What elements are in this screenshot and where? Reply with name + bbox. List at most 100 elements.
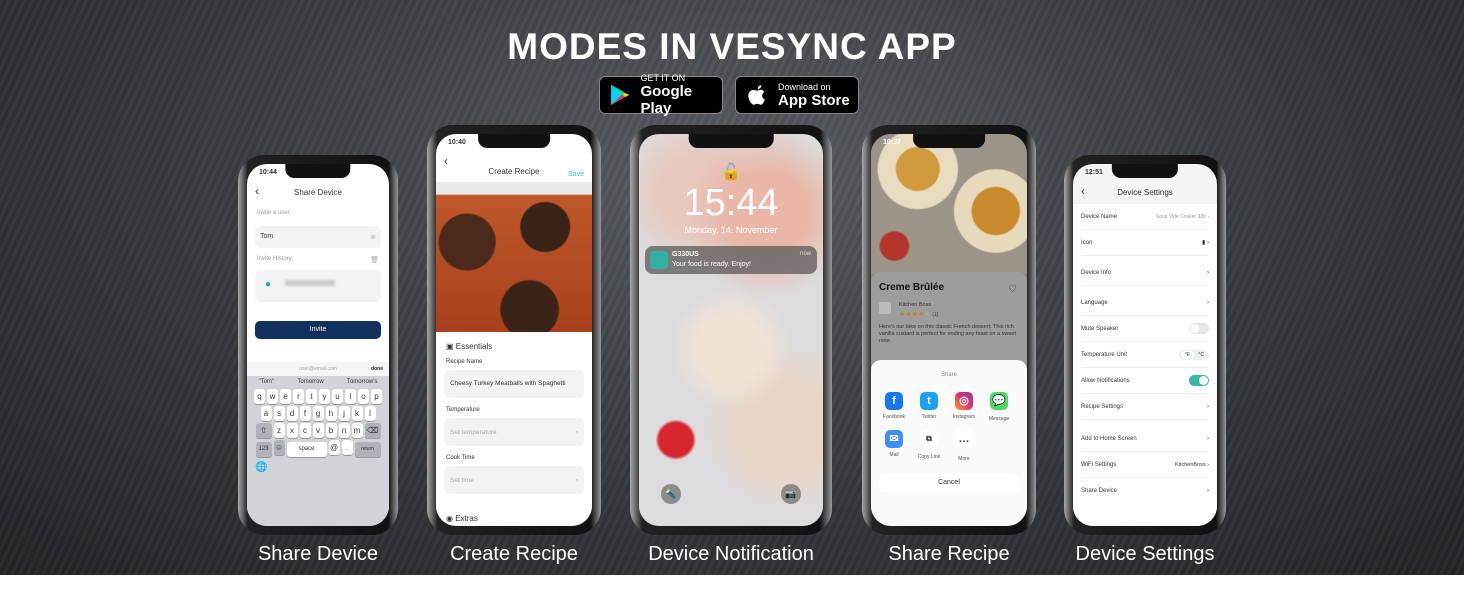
- temperature-field[interactable]: Set temperature ›: [444, 418, 584, 446]
- key-p[interactable]: p: [371, 389, 382, 404]
- key-h[interactable]: h: [325, 406, 337, 421]
- apple-icon: [748, 85, 765, 105]
- caption-share-device: Share Device: [257, 543, 379, 565]
- key-d[interactable]: d: [286, 406, 298, 421]
- vesync-app-icon: [650, 251, 668, 269]
- key-e[interactable]: e: [280, 389, 291, 404]
- heart-icon[interactable]: ♡: [1008, 284, 1017, 295]
- keyboard: "Tom" Tomorrow Tomorrow's qwertyuiop asdfgh…: [247, 376, 389, 526]
- save-button[interactable]: Save: [568, 171, 584, 178]
- mail-icon[interactable]: ✉: [885, 430, 903, 448]
- chevron-right-icon: ›: [575, 477, 578, 484]
- share-device-screen: 10:44 ‹ Share Device Invite a user: Tom ⊗…: [247, 164, 389, 526]
- cook-time-field[interactable]: Set time ›: [444, 466, 584, 494]
- flashlight-button[interactable]: 🔦: [661, 484, 681, 504]
- setting-allow-notifications: Allow Notifications: [1081, 368, 1209, 394]
- message-icon[interactable]: 💬: [990, 392, 1008, 410]
- mute-speaker-toggle[interactable]: [1189, 323, 1209, 334]
- phone-share-device: 10:44 ‹ Share Device Invite a user: Tom ⊗…: [238, 155, 398, 535]
- done-button[interactable]: done: [371, 362, 383, 376]
- setting-temperature-unit: Temperature Unit °F °C: [1081, 342, 1209, 368]
- key-o[interactable]: o: [358, 389, 369, 404]
- key-f[interactable]: f: [299, 406, 311, 421]
- kitchen-boss-logo: [879, 302, 891, 314]
- extras-heading: ◉ Extras: [446, 514, 478, 523]
- chevron-right-icon: ›: [575, 429, 578, 436]
- google-play-icon: [611, 84, 630, 106]
- key-a[interactable]: a: [260, 406, 272, 421]
- google-play-badge[interactable]: GET IT ON Google Play: [599, 73, 723, 117]
- key-w[interactable]: w: [267, 389, 278, 404]
- caption-share-recipe: Share Recipe: [888, 543, 1010, 565]
- invite-button[interactable]: Invite: [255, 321, 381, 339]
- lock-clock: 15:44: [683, 182, 779, 224]
- key-i[interactable]: i: [345, 389, 356, 404]
- invite-user-input[interactable]: Tom ⊗: [255, 226, 381, 248]
- setting-share-device[interactable]: Share Device ›: [1081, 478, 1209, 504]
- creme-brulee-photo: [871, 134, 1027, 274]
- globe-icon[interactable]: 🌐: [247, 458, 389, 477]
- app-store-badge[interactable]: Download on App Store: [735, 76, 859, 114]
- key-g[interactable]: g: [312, 406, 324, 421]
- key-c[interactable]: c: [299, 423, 311, 438]
- key-m[interactable]: m: [351, 423, 363, 438]
- share-sheet: Share f t ◎ 💬 Facebook Twitter Instagram…: [871, 360, 1027, 526]
- twitter-icon[interactable]: t: [920, 392, 938, 410]
- phone-share-recipe: 10:37 Creme Brûlée ♡ Kitchen Boss ★★★★★ …: [862, 125, 1036, 535]
- key-q[interactable]: q: [254, 389, 265, 404]
- lock-screen: 🔓 15:44 Monday, 14. November G330US Your…: [639, 134, 823, 526]
- clear-icon[interactable]: ⊗: [370, 233, 376, 241]
- phone-device-settings: 12:51 ‹ Device Settings Device Name Sous …: [1064, 155, 1226, 535]
- key-u[interactable]: u: [332, 389, 343, 404]
- device-settings-screen: 12:51 ‹ Device Settings Device Name Sous …: [1073, 164, 1217, 526]
- share-recipe-screen: 10:37 Creme Brûlée ♡ Kitchen Boss ★★★★★ …: [871, 134, 1027, 526]
- suggestion-bar: "Tom" Tomorrow Tomorrow's: [258, 379, 378, 385]
- key-b[interactable]: b: [325, 423, 337, 438]
- unlock-icon: 🔓: [721, 164, 741, 181]
- setting-device-info[interactable]: Device Info ›: [1081, 260, 1209, 286]
- camera-button[interactable]: 📷: [781, 484, 801, 504]
- more-icon[interactable]: …: [955, 430, 973, 448]
- key-j[interactable]: j: [338, 406, 350, 421]
- temperature-unit-segmented[interactable]: °F °C: [1178, 349, 1209, 360]
- setting-mute-speaker: Mute Speaker: [1081, 316, 1209, 342]
- backspace-key[interactable]: ⌫: [364, 423, 381, 438]
- phone-device-notification: 🔓 15:44 Monday, 14. November G330US Your…: [630, 125, 832, 535]
- setting-language[interactable]: Language ›: [1081, 290, 1209, 316]
- key-v[interactable]: v: [312, 423, 324, 438]
- cancel-button[interactable]: Cancel: [879, 474, 1019, 492]
- facebook-icon[interactable]: f: [885, 392, 903, 410]
- history-item[interactable]: ●: [255, 270, 381, 302]
- page-title: MODES IN VESYNC APP: [507, 26, 957, 67]
- phone-create-recipe: 10:40 ‹ Create Recipe Save ▣ Essentials …: [427, 125, 601, 535]
- sous-vide-icon: ▮ ›: [1202, 240, 1209, 246]
- key-k[interactable]: k: [351, 406, 363, 421]
- setting-device-name[interactable]: Device Name Sous Vide Cooker 330 ›: [1081, 204, 1209, 230]
- key-n[interactable]: n: [338, 423, 350, 438]
- copy-link-icon[interactable]: ⧉: [920, 430, 938, 448]
- instagram-icon[interactable]: ◎: [955, 392, 973, 410]
- caption-device-notification: Device Notification: [648, 543, 814, 565]
- blurred-username: [285, 280, 335, 286]
- back-button[interactable]: ‹: [444, 154, 448, 168]
- notification-card[interactable]: G330US Your food is ready. Enjoy! now: [645, 246, 817, 274]
- create-recipe-screen: 10:40 ‹ Create Recipe Save ▣ Essentials …: [436, 134, 592, 526]
- setting-wifi[interactable]: WiFi Settings KitchenBoss ›: [1081, 452, 1209, 478]
- key-r[interactable]: r: [293, 389, 304, 404]
- emoji-key[interactable]: ☺: [273, 440, 285, 455]
- setting-icon[interactable]: Icon ▮ ›: [1081, 230, 1209, 256]
- recipe-name-input[interactable]: Cheesy Turkey Meatballs with Spaghetti: [444, 370, 584, 398]
- setting-recipe-settings[interactable]: Recipe Settings ›: [1081, 394, 1209, 420]
- key-z[interactable]: z: [273, 423, 285, 438]
- key-t[interactable]: t: [306, 389, 317, 404]
- key-x[interactable]: x: [286, 423, 298, 438]
- allow-notifications-toggle[interactable]: [1189, 375, 1209, 386]
- meatballs-photo: [436, 182, 592, 332]
- caption-device-settings: Device Settings: [1075, 543, 1215, 565]
- key-s[interactable]: s: [273, 406, 285, 421]
- setting-add-to-home-screen[interactable]: Add to Home Screen ›: [1081, 426, 1209, 452]
- key-l[interactable]: l: [364, 406, 376, 421]
- rating-stars: ★★★★★ (1): [899, 311, 939, 318]
- trash-icon[interactable]: 🗑: [370, 256, 379, 264]
- key-y[interactable]: y: [319, 389, 330, 404]
